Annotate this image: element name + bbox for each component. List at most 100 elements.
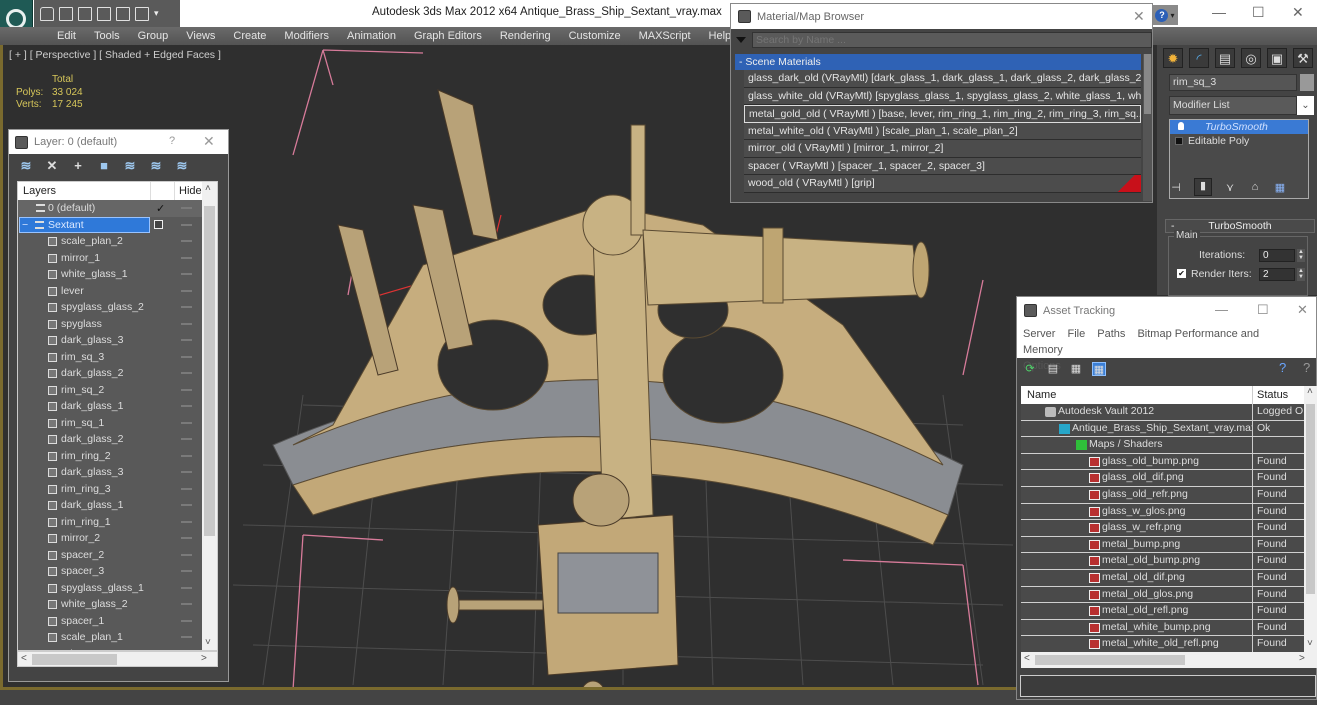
minimize-button[interactable]: — <box>1212 4 1226 20</box>
menu-graph-editors[interactable]: Graph Editors <box>405 30 491 42</box>
create-icon[interactable]: ✹ <box>1163 48 1183 68</box>
menu-edit[interactable]: Edit <box>48 30 85 42</box>
asset-row[interactable]: Antique_Brass_Ship_Sextant_vray.max Ok <box>1021 420 1304 438</box>
layer-object-row[interactable]: spacer_3 <box>18 563 217 580</box>
menu-customize[interactable]: Customize <box>560 30 630 42</box>
asset-row[interactable]: metal_white_bump.png Found <box>1021 619 1304 637</box>
hide-toggle[interactable] <box>181 553 192 556</box>
scroll-right-icon[interactable]: > <box>1299 653 1305 664</box>
asset-row[interactable]: glass_w_glos.png Found <box>1021 503 1304 521</box>
asset-tracking-titlebar[interactable]: Asset Tracking — ☐ ✕ <box>1017 297 1316 324</box>
layer-object-row[interactable]: rim_sq_3 <box>18 349 217 366</box>
menu-file[interactable]: File <box>1067 328 1085 340</box>
asset-row[interactable]: metal_white_old_refl.png Found <box>1021 636 1304 652</box>
hide-toggle[interactable] <box>181 372 192 374</box>
maximize-button[interactable]: ☐ <box>1257 302 1269 318</box>
render-iters-checkbox[interactable]: ✔ <box>1177 269 1186 278</box>
spinner-arrows-icon[interactable]: ▲ ▼ <box>1297 249 1305 262</box>
menu-paths[interactable]: Paths <box>1097 328 1125 340</box>
hide-toggle[interactable] <box>181 619 192 622</box>
layer-object-row[interactable]: mirror_2 <box>18 530 217 547</box>
object-name-field[interactable]: rim_sq_3 <box>1169 74 1297 91</box>
hide-toggle[interactable] <box>181 438 192 440</box>
motion-icon[interactable]: ◎ <box>1241 48 1261 68</box>
hide-toggle[interactable] <box>181 207 192 209</box>
material-row[interactable]: metal_white_old ( VRayMtl ) [scale_plan_… <box>744 122 1141 140</box>
vertical-scrollbar[interactable] <box>1143 54 1152 201</box>
material-row[interactable]: glass_dark_old (VRayMtl) [dark_glass_1, … <box>744 70 1141 88</box>
render-iters-spinner[interactable]: 2 <box>1259 268 1295 281</box>
layer-object-row[interactable]: dark_glass_2 <box>18 431 217 448</box>
show-end-result-icon[interactable]: ▮ <box>1194 178 1212 196</box>
layer-object-row[interactable]: dark_glass_2 <box>18 365 217 382</box>
modifier-list-dropdown[interactable]: Modifier List <box>1169 96 1297 115</box>
hide-column-header[interactable]: Hide <box>175 182 202 200</box>
hide-toggle[interactable] <box>181 273 192 275</box>
layer-row-default[interactable]: 0 (default) ✓ <box>18 200 217 217</box>
menu-animation[interactable]: Animation <box>338 30 405 42</box>
layer-object-row[interactable]: rim_ring_1 <box>18 514 217 531</box>
layer-object-row[interactable]: scale_plan_2 <box>18 233 217 250</box>
iterations-spinner[interactable]: 0 <box>1259 249 1295 262</box>
configure-sets-icon[interactable]: ▦ <box>1273 181 1287 194</box>
help-button[interactable]: ? <box>169 135 175 147</box>
scroll-up-icon[interactable]: ˄ <box>205 183 211 194</box>
asset-row[interactable]: Autodesk Vault 2012 Logged O <box>1021 404 1304 421</box>
layer-object-row[interactable]: rim_ring_3 <box>18 481 217 498</box>
hide-toggle[interactable] <box>181 405 192 407</box>
asset-path-field[interactable] <box>1020 675 1316 697</box>
lightbulb-icon[interactable] <box>1178 122 1184 130</box>
expand-toggle[interactable]: − <box>22 219 28 231</box>
hide-toggle[interactable] <box>181 256 192 259</box>
hide-toggle[interactable] <box>181 586 192 589</box>
close-button[interactable]: ✕ <box>1292 4 1304 21</box>
add-icon[interactable]: + <box>71 159 85 173</box>
layer-object-row[interactable]: spyglass_glass_2 <box>18 299 217 316</box>
new-scene-icon[interactable] <box>78 6 92 21</box>
vertical-scrollbar[interactable]: ˄ ˅ <box>202 182 217 650</box>
hide-toggle[interactable] <box>181 603 192 605</box>
modify-icon[interactable]: ◜ <box>1189 48 1209 68</box>
stack-item-turbosmooth[interactable]: TurboSmooth <box>1170 120 1308 134</box>
material-row[interactable]: glass_white_old (VRayMtl) [spyglass_glas… <box>744 87 1141 105</box>
scroll-down-icon[interactable]: ˅ <box>1307 638 1313 649</box>
display-icon[interactable]: ▣ <box>1267 48 1287 68</box>
layer-object-row[interactable]: rim_sq_1 <box>18 415 217 432</box>
remove-modifier-icon[interactable]: ⌂ <box>1248 181 1262 193</box>
layer-object-row[interactable]: dark_glass_1 <box>18 497 217 514</box>
list-view-icon[interactable]: ▤ <box>1046 362 1060 376</box>
expand-icon[interactable] <box>1175 137 1183 145</box>
hide-toggle[interactable] <box>181 306 192 308</box>
hide-toggle[interactable] <box>181 339 192 341</box>
active-layer-checkbox[interactable] <box>154 219 163 229</box>
object-color-swatch[interactable] <box>1300 74 1314 91</box>
select-objects-icon[interactable]: ■ <box>97 159 111 173</box>
material-browser-titlebar[interactable]: Material/Map Browser <box>731 4 1152 29</box>
close-button[interactable]: ✕ <box>1297 302 1308 318</box>
name-column-header[interactable]: Name <box>1021 386 1253 404</box>
minimize-button[interactable]: — <box>1215 302 1228 317</box>
hierarchy-icon[interactable]: ▤ <box>1215 48 1235 68</box>
project-folder-icon[interactable] <box>97 6 111 21</box>
thumbnail-view-icon[interactable]: ▦ <box>1069 362 1083 376</box>
select-layer-icon[interactable]: ≋ <box>123 159 137 173</box>
hide-toggle[interactable] <box>181 636 192 638</box>
asset-row[interactable]: glass_old_dif.png Found <box>1021 470 1304 487</box>
material-row[interactable]: mirror_old ( VRayMtl ) [mirror_1, mirror… <box>744 140 1141 158</box>
close-button[interactable]: ✕ <box>203 133 215 150</box>
layer-object-row[interactable]: spacer_2 <box>18 547 217 564</box>
layer-object-row[interactable]: dark_glass_3 <box>18 332 217 349</box>
hide-toggle[interactable] <box>181 570 192 572</box>
create-layer-icon[interactable]: ≋ <box>19 159 33 173</box>
hide-toggle[interactable] <box>181 454 192 457</box>
scroll-thumb[interactable] <box>1306 404 1315 594</box>
asset-row[interactable]: glass_old_refr.png Found <box>1021 486 1304 504</box>
menu-modifiers[interactable]: Modifiers <box>275 30 338 42</box>
scroll-up-icon[interactable]: ˄ <box>1307 386 1313 397</box>
make-unique-icon[interactable]: ⋎ <box>1223 181 1237 194</box>
asset-row[interactable]: metal_old_glos.png Found <box>1021 586 1304 604</box>
scroll-thumb[interactable] <box>204 206 215 536</box>
scroll-thumb[interactable] <box>1144 54 1151 114</box>
vertical-scrollbar[interactable]: ˄ ˅ <box>1304 386 1317 652</box>
menu-tools[interactable]: Tools <box>85 30 129 42</box>
